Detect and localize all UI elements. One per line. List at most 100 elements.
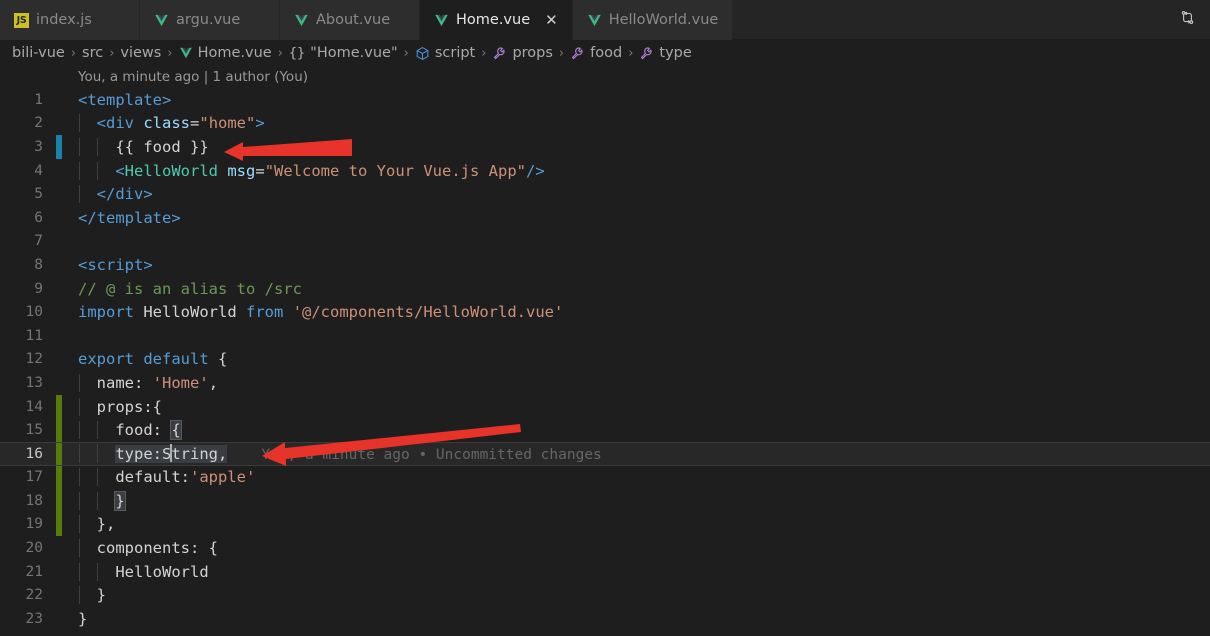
line-number: 7	[34, 233, 43, 250]
breadcrumb-separator: ›	[628, 45, 634, 61]
code-line[interactable]: 18 }	[0, 489, 1210, 513]
code-line[interactable]: 4 <HelloWorld msg="Welcome to Your Vue.j…	[0, 159, 1210, 183]
line-number: 14	[25, 398, 43, 415]
code-line[interactable]: 13 name: 'Home',	[0, 371, 1210, 395]
line-number: 3	[34, 138, 43, 155]
breadcrumb-item-props[interactable]: props	[492, 45, 553, 61]
tab-label: index.js	[36, 12, 92, 28]
code-editor[interactable]: 1 <template> 2 <div class="home"> 3 {{ f…	[0, 88, 1210, 631]
line-number: 10	[25, 304, 43, 321]
line-content: <div class="home">	[62, 114, 265, 133]
code-line[interactable]: 12 export default {	[0, 348, 1210, 372]
code-line[interactable]: 23 }	[0, 607, 1210, 631]
line-number: 15	[25, 422, 43, 439]
breadcrumb-label: script	[434, 45, 476, 61]
editor-actions	[1171, 0, 1210, 39]
tab-home-vue[interactable]: Home.vue ✕	[420, 0, 573, 40]
line-number: 9	[34, 280, 43, 297]
gitlens-codelens[interactable]: You, a minute ago | 1 author (You)	[0, 66, 1210, 88]
breadcrumb-label: food	[590, 45, 623, 61]
line-content: HelloWorld	[62, 562, 209, 581]
code-line[interactable]: 11	[0, 324, 1210, 348]
breadcrumb-separator: ›	[277, 45, 283, 61]
line-number: 20	[25, 540, 43, 557]
breadcrumb-separator: ›	[109, 45, 115, 61]
tab-helloworld-vue[interactable]: HelloWorld.vue	[572, 0, 734, 40]
code-line-active[interactable]: 16 type:String, You, a minute ago • Uncom…	[0, 441, 1210, 466]
tab-argu-vue[interactable]: argu.vue	[140, 0, 280, 40]
line-content: type:String, You, a minute ago • Uncommit…	[62, 444, 602, 464]
wrench-icon	[492, 46, 507, 61]
line-content	[62, 327, 87, 345]
code-line[interactable]: 22 }	[0, 583, 1210, 607]
line-content: default:'apple'	[62, 468, 255, 487]
code-line[interactable]: 21 HelloWorld	[0, 560, 1210, 584]
line-number: 5	[34, 186, 43, 203]
breadcrumb: bili-vue › src › views › Home.vue › {} "…	[0, 40, 1210, 66]
code-line[interactable]: 6 </template>	[0, 206, 1210, 230]
code-line[interactable]: 14 props:{	[0, 394, 1210, 419]
braces-icon: {}	[288, 45, 306, 61]
wrench-icon	[639, 46, 654, 61]
tab-bar-filler	[733, 0, 1171, 39]
line-number: 23	[25, 610, 43, 627]
line-content: </div>	[62, 185, 153, 204]
line-content: <HelloWorld msg="Welcome to Your Vue.js …	[62, 161, 545, 180]
code-line[interactable]: 7	[0, 230, 1210, 254]
wrench-icon	[570, 46, 585, 61]
line-content	[62, 232, 87, 250]
breadcrumb-label: views	[120, 45, 162, 61]
code-line[interactable]: 8 <script>	[0, 253, 1210, 277]
vue-file-icon	[179, 46, 193, 60]
line-content: <script>	[78, 255, 153, 274]
vue-file-icon	[587, 13, 602, 28]
module-cube-icon	[415, 46, 430, 61]
vue-file-icon	[434, 13, 449, 28]
code-line[interactable]: 2 <div class="home">	[0, 112, 1210, 136]
breadcrumb-label: props	[512, 45, 553, 61]
line-content: // @ is an alias to /src	[78, 279, 302, 298]
code-line[interactable]: 20 components: {	[0, 536, 1210, 560]
code-line[interactable]: 17 default:'apple'	[0, 465, 1210, 490]
code-line[interactable]: 9 // @ is an alias to /src	[0, 277, 1210, 301]
line-content: }	[62, 490, 126, 511]
breadcrumb-item-script[interactable]: script	[415, 45, 475, 61]
line-number: 11	[25, 327, 43, 344]
breadcrumb-item-src[interactable]: src	[82, 45, 103, 61]
code-line[interactable]: 10 import HelloWorld from '@/components/…	[0, 300, 1210, 324]
tab-index-js[interactable]: JS index.js	[0, 0, 140, 40]
code-line[interactable]: 15 food: {	[0, 418, 1210, 442]
breadcrumb-item-type[interactable]: type	[639, 45, 692, 61]
tab-about-vue[interactable]: About.vue	[280, 0, 420, 40]
line-content: {{ food }}	[62, 137, 209, 156]
tab-label: About.vue	[316, 12, 391, 28]
split-editor-icon[interactable]	[1179, 9, 1196, 30]
code-line[interactable]: 5 </div>	[0, 182, 1210, 206]
code-line[interactable]: 3 {{ food }}	[0, 135, 1210, 159]
vue-file-icon	[294, 13, 309, 28]
line-content: }	[78, 609, 88, 628]
breadcrumb-item-food[interactable]: food	[570, 45, 622, 61]
tab-label: HelloWorld.vue	[608, 12, 719, 28]
code-line[interactable]: 19 },	[0, 512, 1210, 537]
line-content: </template>	[78, 208, 181, 227]
breadcrumb-item-views[interactable]: views	[120, 45, 161, 61]
line-number: 1	[34, 91, 43, 108]
breadcrumb-label: src	[82, 45, 104, 61]
line-number: 22	[25, 587, 43, 604]
line-number: 17	[25, 469, 43, 486]
breadcrumb-item-home-vue-symbol[interactable]: {} "Home.vue"	[289, 45, 398, 61]
code-line[interactable]: 1 <template>	[0, 88, 1210, 112]
line-content: <template>	[78, 90, 172, 109]
breadcrumb-item-home-vue[interactable]: Home.vue	[179, 45, 272, 61]
line-content: export default {	[78, 350, 228, 369]
line-number: 21	[25, 563, 43, 580]
line-content: }	[62, 586, 106, 605]
line-content: food: {	[62, 420, 182, 441]
breadcrumb-separator: ›	[403, 45, 409, 61]
tab-label: Home.vue	[456, 12, 531, 28]
line-number: 2	[34, 115, 43, 132]
close-icon[interactable]: ✕	[545, 12, 558, 28]
line-number: 19	[25, 516, 43, 533]
breadcrumb-item-bili-vue[interactable]: bili-vue	[12, 45, 65, 61]
